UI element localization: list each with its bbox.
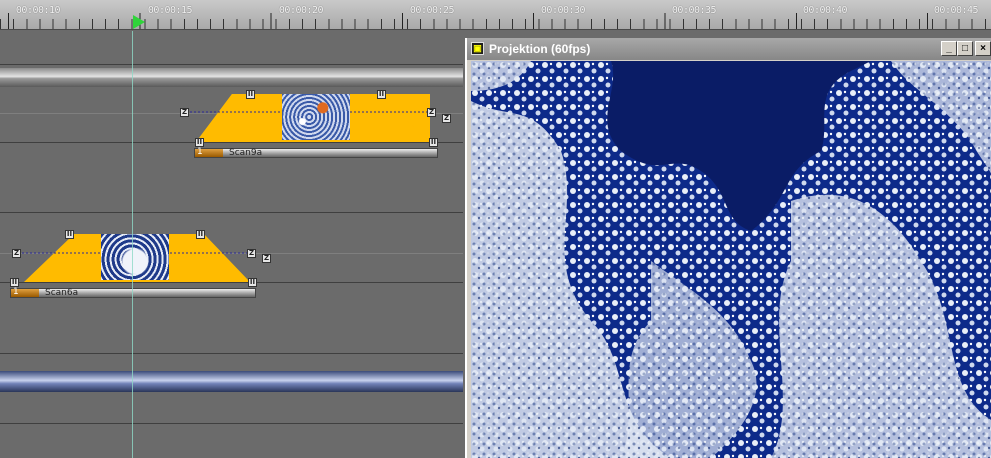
clip-handle-icon[interactable]: II: [377, 90, 386, 99]
projection-titlebar[interactable]: ▣ Projektion (60fps) _ □ ×: [467, 38, 991, 60]
playhead-line[interactable]: [132, 31, 133, 458]
close-button[interactable]: ×: [975, 41, 991, 56]
track-divider: [0, 423, 463, 424]
clip-bar[interactable]: 1 Scan6a: [10, 287, 256, 298]
clip-handle-icon[interactable]: Z: [262, 254, 271, 263]
clip-handle-icon[interactable]: II: [195, 138, 204, 147]
maximize-button[interactable]: □: [957, 41, 973, 56]
playhead-marker-icon[interactable]: [133, 15, 145, 29]
clip-scan9a[interactable]: II II Z Z Z II II 1 Scan9a: [178, 88, 451, 162]
clip-handle-icon[interactable]: Z: [12, 249, 21, 258]
clip-handle-icon[interactable]: II: [248, 278, 257, 287]
clip-thumbnail: [282, 94, 350, 140]
clip-handle-icon[interactable]: Z: [180, 108, 189, 117]
clip-scan6a[interactable]: II II Z Z Z II II 1 Scan6a: [8, 228, 278, 302]
projection-preview-image: [471, 61, 991, 458]
timeline-ruler[interactable]: 00:00:10 00:00:15 00:00:20 00:00:25 00:0…: [0, 0, 991, 30]
track-header-bar[interactable]: [0, 68, 463, 87]
clip-name: Scan9a: [229, 148, 263, 158]
clip-number: 1: [197, 147, 203, 157]
timeline-tracks[interactable]: II II Z Z Z II II 1 Scan9a II II Z Z Z I…: [0, 31, 463, 458]
clip-handle-icon[interactable]: II: [246, 90, 255, 99]
ruler-major-ticks: [0, 13, 991, 29]
track-divider: [0, 353, 463, 354]
clip-handle-icon[interactable]: Z: [427, 108, 436, 117]
track-divider: [0, 64, 463, 65]
clip-handle-icon[interactable]: Z: [247, 249, 256, 258]
minimize-button[interactable]: _: [941, 41, 957, 56]
clip-thumbnail: [101, 234, 169, 280]
projection-window[interactable]: ▣ Projektion (60fps) _ □ ×: [465, 38, 991, 458]
clip-handle-icon[interactable]: II: [65, 230, 74, 239]
clip-number: 1: [13, 287, 19, 297]
clip-name: Scan6a: [45, 288, 79, 298]
clip-handle-icon[interactable]: II: [10, 278, 19, 287]
track-header-bar[interactable]: [0, 371, 463, 392]
projector-icon: ▣: [471, 42, 484, 55]
clip-handle-icon[interactable]: II: [429, 138, 438, 147]
track-divider: [0, 212, 463, 213]
window-title: Projektion (60fps): [489, 42, 591, 56]
clip-bar[interactable]: 1 Scan9a: [194, 147, 438, 158]
snowy-trees-image: [471, 61, 991, 458]
clip-handle-icon[interactable]: Z: [442, 114, 451, 123]
clip-handle-icon[interactable]: II: [196, 230, 205, 239]
